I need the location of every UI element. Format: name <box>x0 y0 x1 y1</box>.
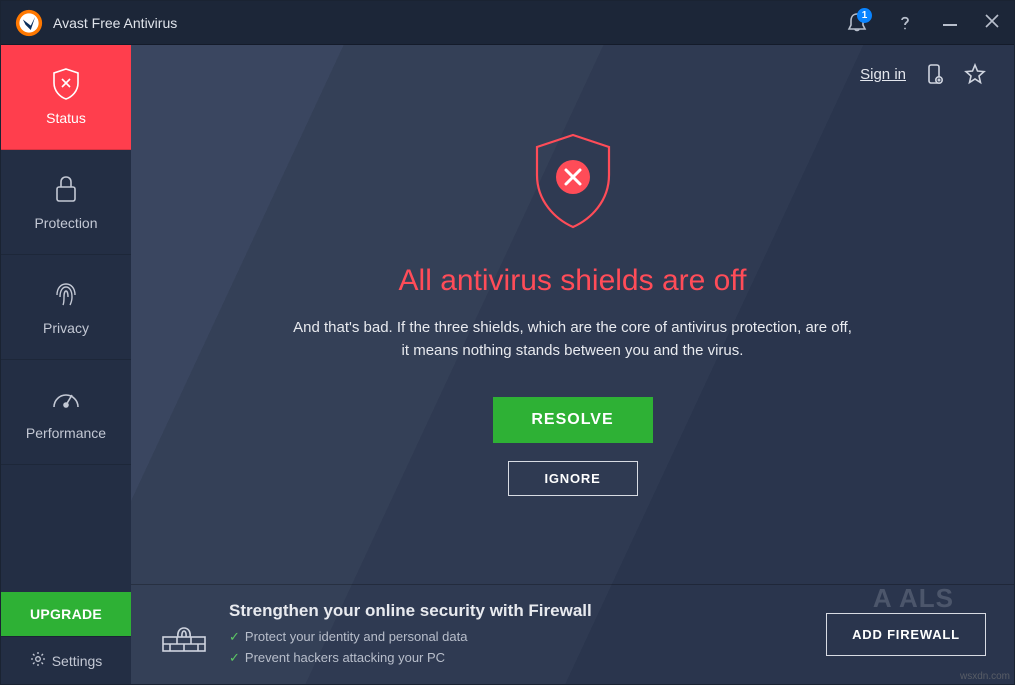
close-button[interactable] <box>978 12 1006 33</box>
notifications-icon[interactable]: 1 <box>840 6 874 40</box>
star-icon[interactable] <box>964 63 986 85</box>
sidebar: Status Protection <box>1 45 131 684</box>
upgrade-button[interactable]: UPGRADE <box>1 592 131 636</box>
settings-label: Settings <box>52 653 103 669</box>
sidebar-item-performance[interactable]: Performance <box>1 360 131 465</box>
title-bar: Avast Free Antivirus 1 <box>1 1 1014 45</box>
shield-x-icon <box>50 68 82 100</box>
firewall-brick-icon <box>159 610 209 660</box>
promo-bullets: ✓ Protect your identity and personal data… <box>229 627 806 667</box>
resolve-button[interactable]: RESOLVE <box>493 397 653 443</box>
top-actions: Sign in <box>131 45 1014 85</box>
status-headline: All antivirus shields are off <box>399 264 747 298</box>
sidebar-item-label: Privacy <box>43 320 89 336</box>
app-window: Avast Free Antivirus 1 <box>0 0 1015 685</box>
mobile-share-icon[interactable] <box>924 63 946 85</box>
promo-title: Strengthen your online security with Fir… <box>229 601 806 621</box>
notification-badge: 1 <box>857 8 872 23</box>
sidebar-item-label: Performance <box>26 425 106 441</box>
sidebar-item-protection[interactable]: Protection <box>1 150 131 255</box>
help-icon[interactable] <box>888 6 922 40</box>
gear-icon <box>30 651 46 670</box>
minimize-button[interactable] <box>936 12 964 33</box>
main-panel: Sign in <box>131 45 1014 684</box>
sidebar-item-privacy[interactable]: Privacy <box>1 255 131 360</box>
ignore-button[interactable]: IGNORE <box>508 461 638 496</box>
check-icon: ✓ <box>229 629 240 644</box>
promo-bullet: Protect your identity and personal data <box>245 629 468 644</box>
sign-in-link[interactable]: Sign in <box>860 66 906 83</box>
settings-button[interactable]: Settings <box>1 636 131 684</box>
status-shield-icon <box>529 131 617 236</box>
sidebar-item-status[interactable]: Status <box>1 45 131 150</box>
status-subtext: And that's bad. If the three shields, wh… <box>293 316 853 363</box>
fingerprint-icon <box>50 278 82 310</box>
check-icon: ✓ <box>229 650 240 665</box>
sidebar-item-label: Status <box>46 110 86 126</box>
app-title: Avast Free Antivirus <box>53 15 840 31</box>
sidebar-item-label: Protection <box>34 215 97 231</box>
promo-bullet: Prevent hackers attacking your PC <box>245 650 445 665</box>
firewall-promo-bar: Strengthen your online security with Fir… <box>131 584 1014 684</box>
add-firewall-button[interactable]: ADD FIREWALL <box>826 613 986 656</box>
gauge-icon <box>50 383 82 415</box>
lock-icon <box>50 173 82 205</box>
avast-logo-icon <box>15 9 43 37</box>
